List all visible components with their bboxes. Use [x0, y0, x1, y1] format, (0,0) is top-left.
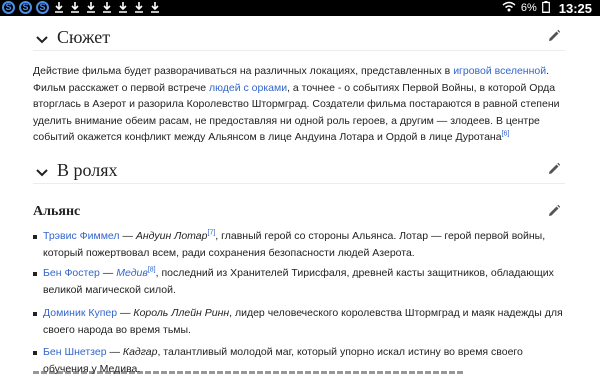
- section-title: В ролях: [57, 160, 118, 180]
- download-icon: [85, 1, 97, 14]
- role-name: Андуин Лотар: [135, 230, 208, 242]
- app-notification-icon: S: [36, 1, 49, 14]
- edit-pencil-icon[interactable]: [547, 29, 561, 48]
- actor-link[interactable]: Бен Фостер: [43, 267, 100, 279]
- bullet: [33, 235, 37, 239]
- text-run: Действие фильма будет разворачиваться на…: [33, 65, 454, 77]
- download-icon: [53, 1, 65, 14]
- list-item: Бен Фостер — Медив[8], последний из Хран…: [33, 265, 568, 298]
- chevron-down-icon[interactable]: [35, 32, 49, 50]
- download-icon: [149, 1, 161, 14]
- section-heading-plot[interactable]: Сюжет: [33, 25, 565, 51]
- plot-paragraph: Действие фильма будет разворачиваться на…: [33, 63, 568, 146]
- role-name: Кадгар: [122, 346, 158, 358]
- app-notification-icon: S: [2, 1, 15, 14]
- edit-pencil-icon[interactable]: [547, 204, 561, 223]
- truncated-text-fragment: [33, 371, 463, 374]
- section-title: Сюжет: [57, 27, 111, 47]
- bullet: [33, 312, 37, 316]
- chevron-down-icon[interactable]: [35, 165, 49, 183]
- separator: —: [117, 307, 134, 319]
- role-name: Король Ллейн Ринн: [133, 307, 230, 319]
- app-notification-icon: S: [19, 1, 32, 14]
- actor-link[interactable]: Бен Шнетзер: [43, 346, 107, 358]
- download-icon: [69, 1, 81, 14]
- bullet: [33, 272, 37, 276]
- section-heading-cast[interactable]: В ролях: [33, 158, 565, 184]
- link-game-universe[interactable]: игровой вселенной: [453, 65, 546, 77]
- clock: 13:25: [558, 0, 592, 16]
- status-bar: S S S 6% 13:25: [0, 0, 600, 16]
- system-status: 6% 13:25: [502, 0, 592, 16]
- reference-link[interactable]: [8]: [148, 267, 156, 274]
- download-icon: [117, 1, 129, 14]
- download-icon: [133, 1, 145, 14]
- battery-percent: 6%: [520, 2, 537, 14]
- list-item: Трэвис Фиммел — Андуин Лотар[7], главный…: [33, 228, 568, 261]
- download-icon: [101, 1, 113, 14]
- edit-pencil-icon[interactable]: [547, 162, 561, 181]
- wifi-icon: [502, 1, 516, 15]
- bullet: [33, 351, 37, 355]
- truncated-next-line: [33, 369, 463, 375]
- separator: —: [99, 267, 117, 279]
- separator: —: [106, 346, 123, 358]
- battery-icon: [541, 0, 550, 16]
- separator: —: [119, 230, 136, 242]
- actor-link[interactable]: Доминик Купер: [43, 307, 117, 319]
- link-humans-orcs[interactable]: людей с орками: [209, 82, 287, 94]
- subsection-heading-alliance: Альянс: [33, 202, 565, 224]
- notification-icons: S S S: [2, 1, 161, 14]
- list-item: Доминик Купер — Король Ллейн Ринн, лидер…: [33, 305, 568, 338]
- subsection-title: Альянс: [33, 204, 81, 219]
- actor-link[interactable]: Трэвис Фиммел: [43, 230, 120, 242]
- reference-link[interactable]: [6]: [502, 131, 510, 138]
- role-link[interactable]: Медив: [116, 267, 148, 279]
